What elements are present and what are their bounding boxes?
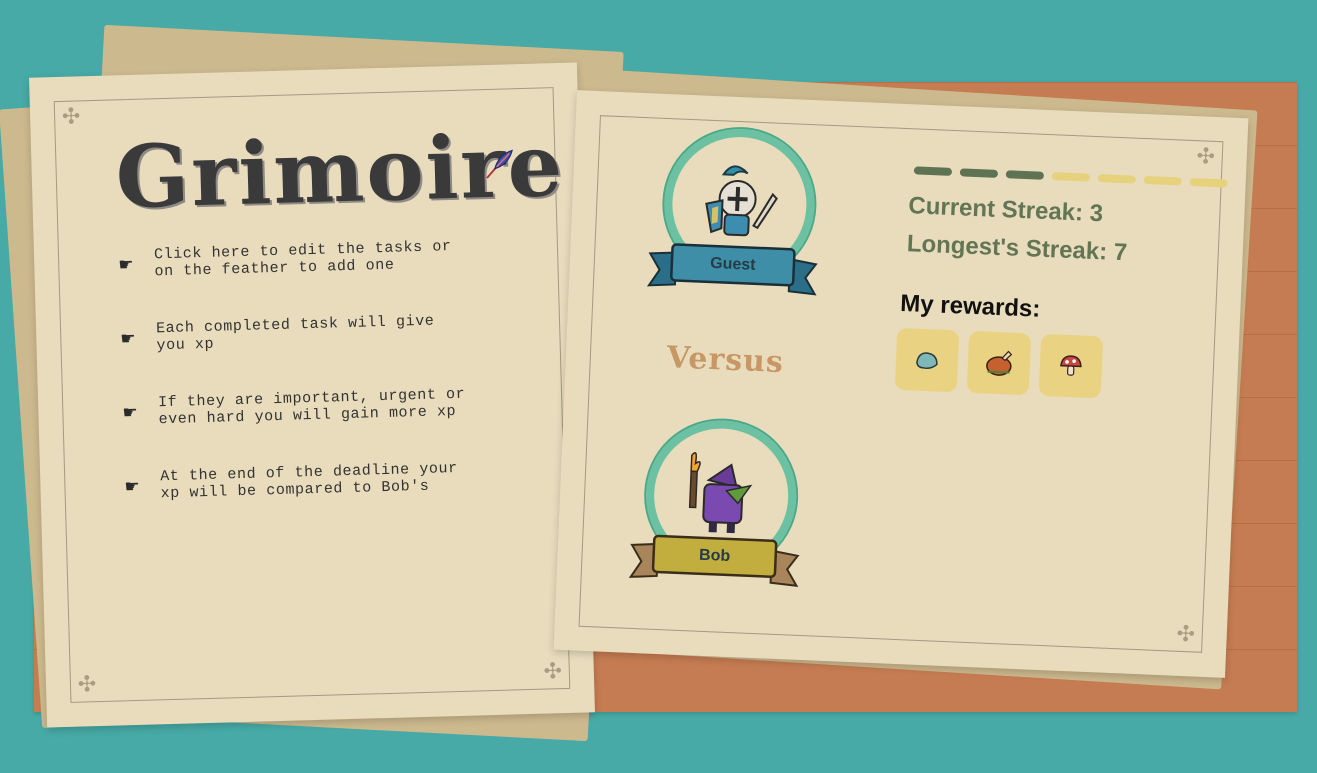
- corner-ornament-icon: ✣: [61, 104, 81, 130]
- streak-dash-empty: [1189, 177, 1228, 188]
- pointing-hand-icon: ☛: [118, 254, 134, 276]
- streak-dash-filled: [1005, 170, 1045, 180]
- instruction-item: ☛ If they are important, urgent or even …: [122, 384, 523, 429]
- streak-dash-empty: [1051, 172, 1090, 182]
- goblin-torch-icon: [688, 452, 753, 534]
- pointing-hand-icon: ☛: [120, 328, 136, 350]
- grimoire-page: ✣ ✣ ✣ Grimoire ☛ Click here to edit the …: [29, 62, 595, 728]
- rewards-title: My rewards:: [899, 289, 1041, 323]
- player-avatar[interactable]: Guest: [646, 123, 823, 310]
- versus-page: ✣ ✣ Guest Versus Bob Current Streak: 3 L…: [553, 90, 1249, 678]
- corner-ornament-icon: ✣: [77, 672, 97, 698]
- instruction-item: ☛ At the end of the deadline your xp wil…: [124, 458, 525, 503]
- instruction-text: If they are important, urgent or even ha…: [157, 385, 466, 429]
- instruction-text: Each completed task will give you xp: [155, 312, 435, 355]
- instructions-list[interactable]: ☛ Click here to edit the tasks or on the…: [118, 236, 526, 543]
- reward-slot[interactable]: [1038, 333, 1104, 399]
- knight-icon: [705, 165, 778, 237]
- corner-ornament-icon: ✣: [1176, 621, 1196, 648]
- stone-icon: [916, 352, 938, 369]
- streak-dash-filled: [913, 166, 953, 176]
- feather-icon[interactable]: [482, 146, 517, 181]
- versus-label: Versus: [666, 340, 785, 381]
- opponent-avatar[interactable]: Bob: [628, 415, 805, 602]
- rewards-list: [894, 327, 1104, 399]
- roast-chicken-icon: [986, 350, 1013, 376]
- corner-ornament-icon: ✣: [1196, 144, 1216, 170]
- streak-dash-empty: [1143, 175, 1182, 186]
- streak-dash-filled: [959, 168, 999, 178]
- pointing-hand-icon: ☛: [122, 402, 138, 424]
- reward-slot[interactable]: [966, 330, 1032, 396]
- instruction-item: ☛ Each completed task will give you xp: [120, 310, 521, 355]
- pointing-hand-icon: ☛: [124, 476, 141, 498]
- streak-dash-empty: [1097, 174, 1136, 184]
- instruction-text: At the end of the deadline your xp will …: [159, 459, 459, 503]
- mushroom-icon: [1060, 355, 1082, 376]
- reward-slot[interactable]: [894, 327, 960, 393]
- corner-ornament-icon: ✣: [543, 659, 563, 685]
